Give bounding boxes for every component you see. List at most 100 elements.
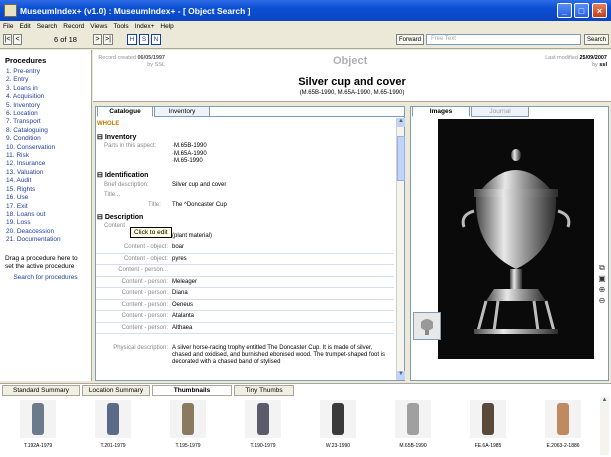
scroll-down-icon[interactable]: ▼ bbox=[397, 371, 405, 380]
thumbnail-scrollbar[interactable]: ▲ bbox=[600, 397, 609, 455]
thumbnail-item[interactable]: E.2063-2-1886 bbox=[533, 398, 593, 457]
content-plant-value[interactable]: (plant material) bbox=[172, 233, 212, 239]
scroll-thumb[interactable] bbox=[397, 136, 405, 181]
fit-icon[interactable]: ▣ bbox=[597, 273, 607, 284]
scroll-up-icon[interactable]: ▲ bbox=[600, 397, 609, 403]
tab-images[interactable]: Images bbox=[412, 106, 470, 117]
thumbnail-item[interactable]: FE.6A-1985 bbox=[458, 398, 518, 457]
image-thumbnail[interactable] bbox=[413, 312, 441, 340]
thumbnail-grid: T.192A-1979 T.201-1979 T.195-1979 T.190-197… bbox=[0, 398, 598, 457]
rotate-icon[interactable]: ⧉ bbox=[597, 262, 607, 273]
tab-journal[interactable]: Journal bbox=[471, 106, 529, 117]
menu-search[interactable]: Search bbox=[37, 23, 58, 30]
content-row-label: Content - person: bbox=[121, 290, 168, 296]
content-row-label: Content - person... bbox=[118, 267, 168, 273]
procedure-item[interactable]: 3. Loans in bbox=[0, 85, 91, 93]
content-row[interactable]: Content - person: Atalanta bbox=[96, 311, 394, 323]
brief-label: Brief description: bbox=[104, 182, 149, 188]
menu-views[interactable]: Views bbox=[90, 23, 107, 30]
record-header: Record created 06/05/1997 by SSL Object … bbox=[93, 50, 611, 102]
next-record-button[interactable]: > bbox=[93, 34, 102, 45]
thumbnail-item[interactable]: W.23-1990 bbox=[308, 398, 368, 457]
content-row-label: Content - person: bbox=[121, 313, 168, 319]
procedure-item[interactable]: 21. Documentation bbox=[0, 236, 91, 244]
procedure-item[interactable]: 2. Entry bbox=[0, 76, 91, 84]
thumbnail-item[interactable]: T.190-1979 bbox=[233, 398, 293, 457]
thumbnail-label: FE.6A-1985 bbox=[474, 443, 502, 449]
procedure-item[interactable]: 9. Condition bbox=[0, 135, 91, 143]
physical-description-value[interactable]: A silver horse-racing trophy entitled Th… bbox=[172, 345, 390, 366]
search-button[interactable]: Search bbox=[584, 34, 609, 45]
form-scrollbar[interactable]: ▲ ▼ bbox=[396, 118, 405, 380]
zoom-out-icon[interactable]: ⊖ bbox=[597, 295, 607, 306]
thumbnail-item[interactable]: T.192A-1979 bbox=[8, 398, 68, 457]
brief-value[interactable]: Silver cup and cover bbox=[172, 182, 226, 188]
procedure-item[interactable]: 17. Exit bbox=[0, 203, 91, 211]
procedure-item[interactable]: 6. Location bbox=[0, 110, 91, 118]
thumbnail-item[interactable]: T.201-1979 bbox=[83, 398, 143, 457]
forward-button[interactable]: Forward bbox=[396, 34, 424, 45]
zoom-in-icon[interactable]: ⊕ bbox=[597, 284, 607, 295]
procedure-item[interactable]: 12. Insurance bbox=[0, 160, 91, 168]
h-button[interactable]: H bbox=[127, 34, 137, 45]
parts-label: Parts in this aspect: bbox=[104, 143, 157, 149]
prev-record-button[interactable]: < bbox=[13, 34, 22, 45]
close-button[interactable]: × bbox=[592, 3, 607, 18]
tab-tiny-thumbs[interactable]: Tiny Thumbs bbox=[234, 385, 294, 396]
menu-index[interactable]: Index+ bbox=[135, 23, 155, 30]
free-text-input[interactable]: Free Text bbox=[426, 34, 581, 45]
collapse-icon[interactable]: ⊟ bbox=[97, 134, 103, 141]
search-procedures-link[interactable]: Search for procedures bbox=[0, 274, 91, 282]
thumbnail-label: T.195-1979 bbox=[175, 443, 201, 449]
description-heading: Description bbox=[104, 214, 144, 221]
minimize-button[interactable]: _ bbox=[557, 3, 572, 18]
tab-inventory[interactable]: Inventory bbox=[154, 106, 210, 117]
tab-thumbnails[interactable]: Thumbnails bbox=[152, 385, 232, 396]
object-image[interactable] bbox=[438, 119, 594, 359]
content-row-value: pyres bbox=[172, 255, 187, 262]
procedure-item[interactable]: 14. Audit bbox=[0, 177, 91, 185]
procedure-item[interactable]: 19. Loss bbox=[0, 219, 91, 227]
tab-standard-summary[interactable]: Standard Summary bbox=[2, 385, 80, 396]
thumbnail-item[interactable]: M.65B-1990 bbox=[383, 398, 443, 457]
title-value[interactable]: The ^Doncaster Cup bbox=[172, 202, 227, 208]
maximize-button[interactable]: □ bbox=[574, 3, 589, 18]
n-button[interactable]: N bbox=[151, 34, 161, 45]
content-row[interactable]: Content - object: boar bbox=[96, 242, 394, 254]
menu-record[interactable]: Record bbox=[63, 23, 84, 30]
collapse-icon[interactable]: ⊟ bbox=[97, 172, 103, 179]
procedure-item[interactable]: 7. Transport bbox=[0, 118, 91, 126]
content-row[interactable]: Content - object: pyres bbox=[96, 254, 394, 265]
scroll-up-icon[interactable]: ▲ bbox=[397, 118, 405, 127]
thumbnail-item[interactable]: T.195-1979 bbox=[158, 398, 218, 457]
content-row[interactable]: Content - person: Althaea bbox=[96, 323, 394, 334]
content-row[interactable]: Content - person: Meleager bbox=[96, 277, 394, 288]
thumbnail-label: E.2063-2-1886 bbox=[546, 443, 580, 449]
procedure-item[interactable]: 16. Use bbox=[0, 194, 91, 202]
first-record-button[interactable]: |< bbox=[3, 34, 12, 45]
procedure-item[interactable]: 8. Cataloguing bbox=[0, 127, 91, 135]
content-row[interactable]: Content - person... bbox=[96, 265, 394, 277]
menu-help[interactable]: Help bbox=[160, 23, 173, 30]
procedure-item[interactable]: 13. Valuation bbox=[0, 169, 91, 177]
menu-tools[interactable]: Tools bbox=[114, 23, 129, 30]
last-record-button[interactable]: >| bbox=[103, 34, 113, 45]
procedure-item[interactable]: 5. Inventory bbox=[0, 102, 91, 110]
s-button[interactable]: S bbox=[139, 34, 149, 45]
procedure-item[interactable]: 20. Deaccession bbox=[0, 228, 91, 236]
procedure-item[interactable]: 1. Pre-entry bbox=[0, 68, 91, 76]
tab-catalogue[interactable]: Catalogue bbox=[97, 106, 153, 117]
procedure-item[interactable]: 15. Rights bbox=[0, 186, 91, 194]
procedure-item[interactable]: 10. Conservation bbox=[0, 144, 91, 152]
procedure-item[interactable]: 18. Loans out bbox=[0, 211, 91, 219]
content-rows: Content - object: boar Content - object: py… bbox=[96, 242, 394, 334]
procedure-item[interactable]: 4. Acquisition bbox=[0, 93, 91, 101]
tab-location-summary[interactable]: Location Summary bbox=[82, 385, 150, 396]
procedure-item[interactable]: 11. Risk bbox=[0, 152, 91, 160]
content-row-label: Content - person: bbox=[121, 278, 168, 285]
menu-edit[interactable]: Edit bbox=[19, 23, 30, 30]
content-row[interactable]: Content - person: Oeneus bbox=[96, 300, 394, 311]
collapse-icon[interactable]: ⊟ bbox=[97, 214, 103, 221]
menu-file[interactable]: File bbox=[3, 23, 13, 30]
content-row[interactable]: Content - person: Diana bbox=[96, 288, 394, 300]
